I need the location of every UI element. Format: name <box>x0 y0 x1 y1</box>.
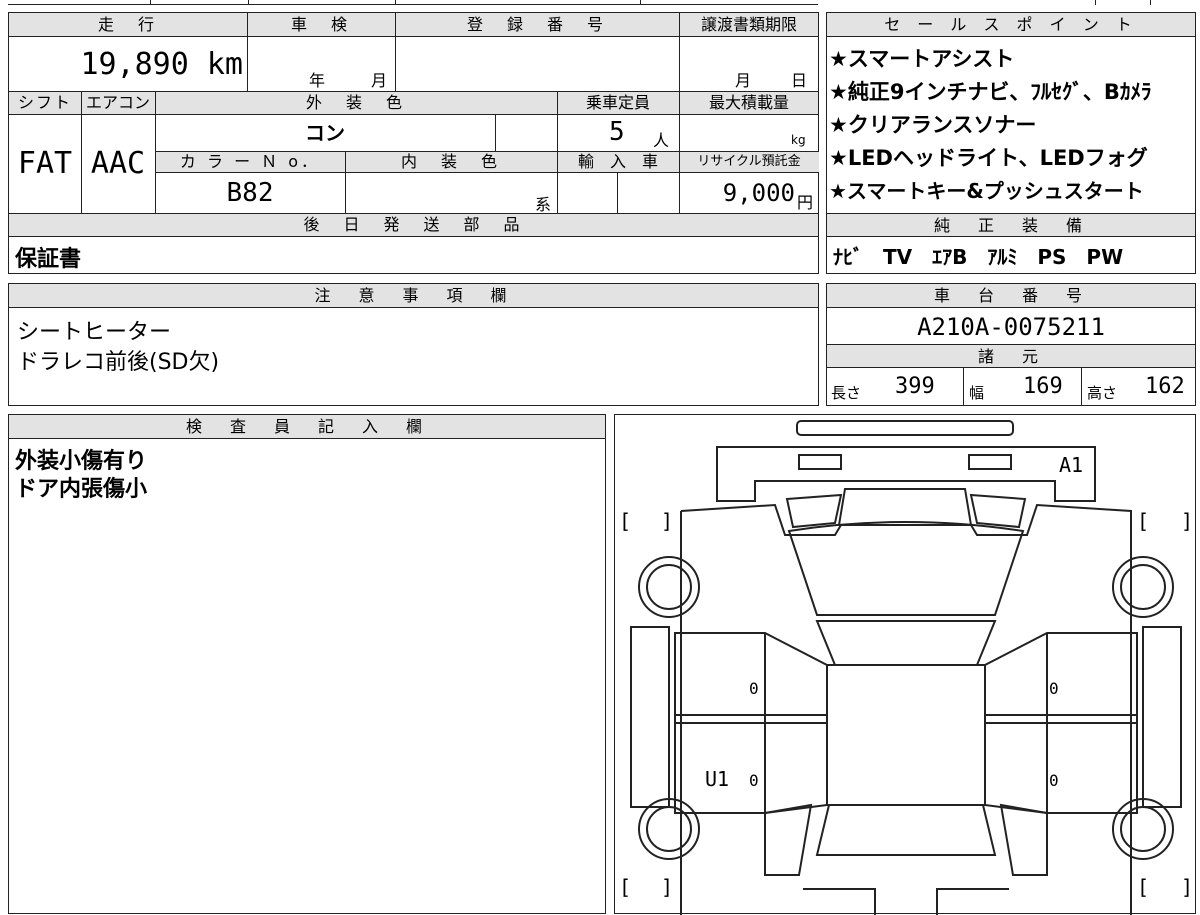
height-value: 162 <box>1145 374 1185 399</box>
transfer-month: 月 <box>735 71 752 90</box>
damage-mark-a1: A1 <box>1059 453 1084 477</box>
length-value: 399 <box>895 374 935 399</box>
recycle-value: 9,000 <box>722 179 795 207</box>
sales-point: ★スマートアシスト <box>829 47 1015 71</box>
recycle-header: リサイクル預託金 <box>697 154 801 169</box>
panel-zero-right-front: 0 <box>1049 679 1059 698</box>
top-strip <box>0 0 1200 6</box>
notes-box: 注 意 事 項 欄 シートヒーター ドラレコ前後(SD欠) <box>8 283 819 406</box>
registration-header: 登 録 番 号 <box>466 15 607 34</box>
sales-points-header: セ ー ル ス ポ イ ン ト <box>827 13 1195 37</box>
vehicle-info-box: 走 行 車 検 登 録 番 号 譲渡書類期限 19,890 km 年 月 月 日… <box>8 12 819 274</box>
mileage-header: 走 行 <box>97 15 158 34</box>
spec-header: 諸 元 <box>827 344 1195 368</box>
width-value: 169 <box>1023 374 1063 399</box>
interior-suffix: 系 <box>535 195 552 214</box>
aircon-header: エアコン <box>85 93 150 112</box>
transfer-deadline-header: 譲渡書類期限 <box>700 15 797 34</box>
sales-point: ★クリアランスソナー <box>829 113 1037 137</box>
notes-line: シートヒーター <box>17 320 172 345</box>
bracket-rl-close: ] <box>661 875 674 899</box>
sales-point: ★スマートキー&プッシュスタート <box>829 179 1144 203</box>
shift-header: シフト <box>17 93 72 112</box>
capacity-header: 乗車定員 <box>585 93 650 112</box>
recycle-unit: 円 <box>797 193 814 212</box>
equipment-value: ﾅﾋﾞ TV ｴｱB ｱﾙﾐ PS PW <box>833 245 1124 269</box>
equipment-header: 純 正 装 備 <box>827 213 1195 237</box>
aircon-value: AAC <box>90 146 146 181</box>
damage-mark-u1: U1 <box>705 767 730 791</box>
interior-color-header: 内 装 色 <box>400 152 501 171</box>
car-body-diagram <box>630 420 1182 915</box>
chassis-box: 車 台 番 号 A210A-0075211 諸 元 長さ 399 幅 169 高… <box>826 283 1196 406</box>
car-diagram-box: A1 U1 0 0 0 0 [ ] [ ] [ ] [ ] <box>614 414 1196 915</box>
shift-value: FAT <box>17 146 73 181</box>
panel-zero-left-rear: 0 <box>749 771 759 790</box>
width-label: 幅 <box>969 384 985 402</box>
bracket-fr-close: ] <box>1181 509 1194 533</box>
mileage-value: 19,890 km <box>80 47 243 82</box>
inspector-header: 検 査 員 記 入 欄 <box>9 415 605 439</box>
inspector-box: 検 査 員 記 入 欄 外装小傷有り ドア内張傷小 <box>8 414 606 914</box>
bracket-fl-open: [ <box>619 509 632 533</box>
inspection-year: 年 <box>309 71 326 90</box>
color-no-header: カ ラ ー Ｎ o． <box>179 152 321 171</box>
notes-header: 注 意 事 項 欄 <box>9 284 818 308</box>
chassis-number: A210A-0075211 <box>917 313 1105 341</box>
notes-line: ドラレコ前後(SD欠) <box>17 350 220 375</box>
panel-zero-left-front: 0 <box>749 679 759 698</box>
sales-points-list: ★スマートアシスト ★純正9インチナビ、ﾌﾙｾｸﾞ、Bｶﾒﾗ ★クリアランスソナ… <box>829 43 1195 208</box>
sales-point: ★純正9インチナビ、ﾌﾙｾｸﾞ、Bｶﾒﾗ <box>829 80 1152 104</box>
capacity-unit: 人 <box>653 131 670 150</box>
exterior-color-header: 外 装 色 <box>305 93 406 112</box>
bracket-fl-close: ] <box>661 509 674 533</box>
bracket-rr-open: [ <box>1137 875 1150 899</box>
later-parts-header: 後 日 発 送 部 品 <box>303 215 524 234</box>
inspection-month: 月 <box>371 71 388 90</box>
max-load-header: 最大積載量 <box>708 93 789 112</box>
color-no-value: B82 <box>226 178 274 208</box>
panel-zero-right-rear: 0 <box>1049 771 1059 790</box>
import-header: 輸 入 車 <box>577 152 658 171</box>
height-label: 高さ <box>1087 384 1118 402</box>
capacity-value: 5 <box>609 117 625 147</box>
inspector-line: ドア内張傷小 <box>15 477 148 502</box>
later-parts-value: 保証書 <box>15 247 82 272</box>
sales-point: ★LEDヘッドライト、LEDフォグ <box>829 146 1148 170</box>
chassis-header: 車 台 番 号 <box>827 284 1195 308</box>
bracket-rr-close: ] <box>1181 875 1194 899</box>
max-load-unit: kg <box>791 133 806 147</box>
length-label: 長さ <box>831 384 862 402</box>
bracket-rl-open: [ <box>619 875 632 899</box>
exterior-color-value: コン <box>305 121 345 145</box>
inspection-header: 車 検 <box>290 15 351 34</box>
sales-points-box: セ ー ル ス ポ イ ン ト ★スマートアシスト ★純正9インチナビ、ﾌﾙｾｸ… <box>826 12 1196 274</box>
transfer-day: 日 <box>791 71 808 90</box>
bracket-fr-open: [ <box>1137 509 1150 533</box>
